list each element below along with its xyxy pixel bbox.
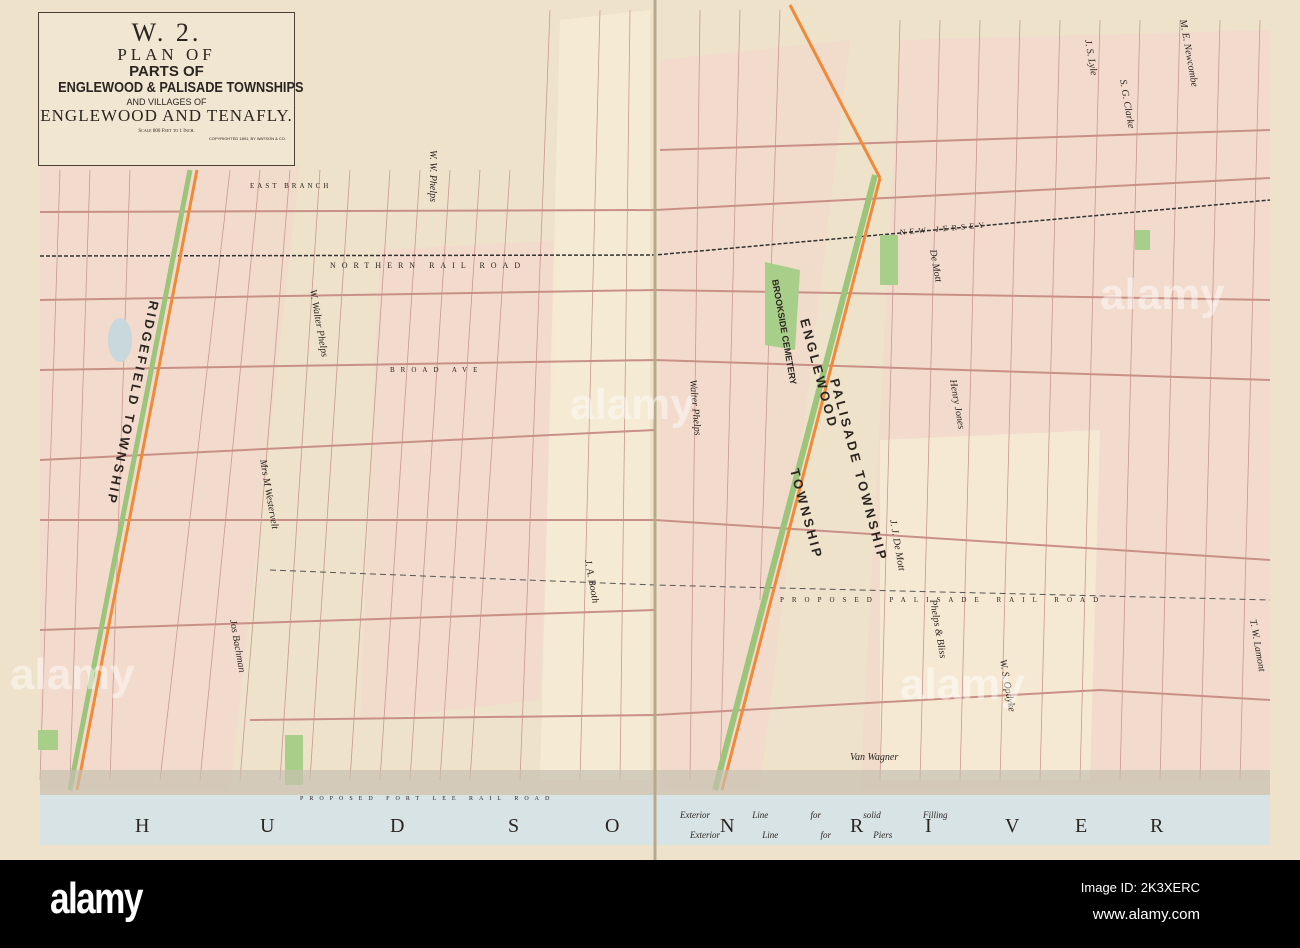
site-link[interactable]: www.alamy.com — [1093, 906, 1200, 923]
title-line-3: ENGLEWOOD & PALISADE TOWNSHIPS — [58, 78, 304, 96]
svg-text:E: E — [1075, 815, 1089, 837]
alamy-logo[interactable]: alamy — [50, 874, 143, 924]
plate-number: W. 2. — [131, 18, 202, 47]
title-block: W. 2. PLAN OF PARTS OF ENGLEWOOD & PALIS… — [38, 12, 304, 166]
exterior-solid-line-label: Exterior Line for solid Filling — [679, 810, 948, 820]
svg-text:H: H — [135, 815, 151, 837]
watermark: alamy — [900, 660, 1025, 709]
exterior-piers-line-label: Exterior Line for Piers — [689, 830, 893, 840]
copyright-label: COPYRIGHTED 1891, BY WATSON & CO. — [208, 136, 286, 142]
svg-text:Van Wagner: Van Wagner — [850, 752, 898, 763]
title-line-1: PLAN OF — [117, 45, 216, 65]
svg-text:W. W. Phelps: W. W. Phelps — [427, 150, 438, 202]
image-id: Image ID: 2K3XERC — [1080, 880, 1200, 895]
svg-text:R: R — [1150, 815, 1165, 837]
proposed-palisade-label: PROPOSED PALISADE RAIL ROAD — [780, 596, 1106, 604]
scale-label: Scale 800 Feet to 1 Inch. — [138, 128, 195, 134]
watermark: alamy — [570, 380, 695, 429]
svg-text:U: U — [260, 815, 276, 837]
title-line-5: ENGLEWOOD AND TENAFLY. — [40, 106, 293, 126]
watermark: alamy — [1100, 270, 1225, 319]
title-line-2: PARTS OF — [129, 63, 204, 81]
broad-ave-label: BROAD AVE — [390, 366, 483, 374]
east-branch-label: EAST BRANCH — [250, 182, 331, 190]
northern-railroad-label: NORTHERN RAIL ROAD — [330, 261, 526, 270]
svg-text:O: O — [605, 815, 621, 837]
watermark: alamy — [10, 650, 135, 699]
svg-text:V: V — [1005, 815, 1021, 837]
svg-text:D: D — [390, 815, 406, 837]
proposed-fort-lee-label: PROPOSED FORT LEE RAIL ROAD — [300, 796, 555, 802]
footer-bar: alamy Image ID: 2K3XERC www.alamy.com — [0, 860, 1300, 948]
svg-text:S: S — [508, 815, 521, 837]
